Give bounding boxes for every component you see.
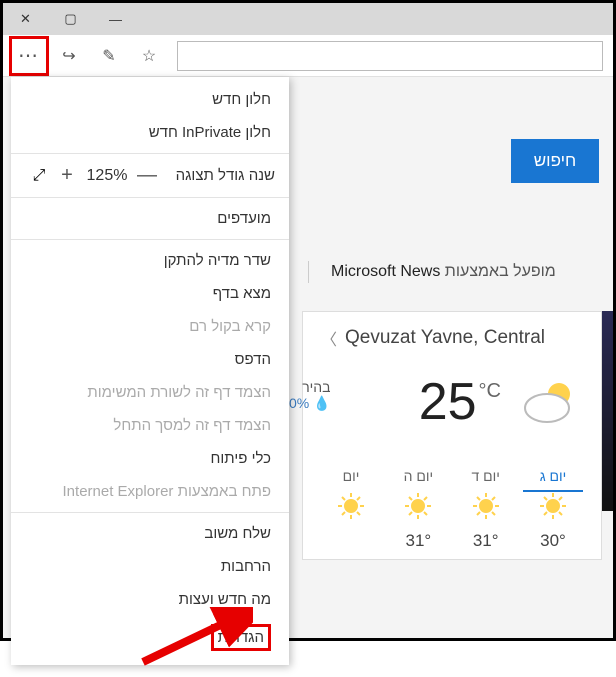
- menu-separator: [11, 239, 289, 240]
- forecast-day-name: יום ד: [456, 468, 516, 492]
- humidity-text: 💧 0%: [289, 395, 331, 412]
- menu-separator: [11, 512, 289, 513]
- forecast-day-name: יום ג: [523, 468, 583, 492]
- weather-temp-unit: °C: [479, 380, 501, 403]
- powered-by-label: מופעל באמצעות Microsoft News: [331, 263, 556, 281]
- chevron-left-icon: 〈: [321, 326, 337, 350]
- forecast-day-temp: 30°: [523, 531, 583, 551]
- web-notes-button[interactable]: ✎: [89, 36, 129, 76]
- share-icon: ↪: [62, 46, 75, 66]
- menu-favorites[interactable]: מועדפים: [11, 202, 289, 235]
- menu-pin-taskbar[interactable]: הצמד דף זה לשורת המשימות: [11, 376, 289, 409]
- forecast-day[interactable]: יום ד 31°: [456, 468, 516, 551]
- condition-text: בהיר: [289, 379, 331, 395]
- menu-print[interactable]: הדפס: [11, 343, 289, 376]
- zoom-value: 125%: [81, 167, 133, 185]
- weather-card[interactable]: 〈 Qevuzat Yavne, Central 25 °C יום ג 30°…: [302, 311, 602, 560]
- menu-open-ie[interactable]: פתח באמצעות Internet Explorer: [11, 475, 289, 508]
- zoom-out-button[interactable]: —: [133, 164, 161, 187]
- menu-feedback[interactable]: שלח משוב: [11, 517, 289, 550]
- vertical-divider: [308, 261, 309, 283]
- menu-pin-start[interactable]: הצמד דף זה למסך התחל: [11, 409, 289, 442]
- zoom-label: שנה גודל תצוגה: [161, 167, 275, 184]
- weather-current: 25 °C: [321, 372, 583, 432]
- ellipsis-icon: ⋯: [18, 43, 40, 68]
- zoom-in-button[interactable]: +: [53, 164, 81, 187]
- favorites-button[interactable]: ☆: [129, 36, 169, 76]
- weather-temp-value: 25: [419, 372, 477, 432]
- powered-brand: Microsoft News: [331, 263, 440, 280]
- window-close-button[interactable]: ✕: [3, 3, 48, 35]
- menu-dev-tools[interactable]: כלי פיתוח: [11, 442, 289, 475]
- settings-highlight: הגדרות: [211, 624, 271, 651]
- more-menu-dropdown: חלון חדש חלון InPrivate חדש שנה גודל תצו…: [11, 77, 289, 665]
- address-bar[interactable]: [177, 41, 603, 71]
- menu-whats-new[interactable]: מה חדש ועצות: [11, 583, 289, 616]
- menu-extensions[interactable]: הרחבות: [11, 550, 289, 583]
- menu-separator: [11, 153, 289, 154]
- forecast-day-name: יום: [321, 468, 381, 492]
- share-button[interactable]: ↪: [49, 36, 89, 76]
- sunny-icon: [472, 492, 500, 520]
- menu-separator: [11, 197, 289, 198]
- menu-read-aloud[interactable]: קרא בקול רם: [11, 310, 289, 343]
- menu-zoom-row: שנה גודל תצוגה — 125% + ⤢: [11, 158, 289, 193]
- forecast-row: יום ג 30° יום ד 31° יום ה 31° יום: [321, 468, 583, 551]
- weather-location-row[interactable]: 〈 Qevuzat Yavne, Central: [321, 326, 583, 350]
- fullscreen-button[interactable]: ⤢: [25, 167, 53, 185]
- window-minimize-button[interactable]: —: [93, 3, 138, 35]
- powered-prefix: מופעל באמצעות: [440, 263, 555, 280]
- weather-location: Qevuzat Yavne, Central: [345, 327, 545, 349]
- menu-new-window[interactable]: חלון חדש: [11, 83, 289, 116]
- partly-cloudy-icon: [519, 376, 583, 428]
- menu-find[interactable]: מצא בדף: [11, 277, 289, 310]
- sunny-icon: [404, 492, 432, 520]
- window-titlebar: ✕ ▢ —: [3, 3, 613, 35]
- page-content: חיפוש מופעל באמצעות Microsoft News 〈 Qev…: [3, 77, 613, 638]
- sunny-icon: [337, 492, 365, 520]
- menu-settings[interactable]: הגדרות: [11, 616, 289, 659]
- window-maximize-button[interactable]: ▢: [48, 3, 93, 35]
- forecast-day-temp: 31°: [388, 531, 448, 551]
- forecast-day[interactable]: יום: [321, 468, 381, 551]
- browser-toolbar: ⋯ ↪ ✎ ☆: [3, 35, 613, 77]
- forecast-day[interactable]: יום ג 30°: [523, 468, 583, 551]
- forecast-day[interactable]: יום ה 31°: [388, 468, 448, 551]
- weather-condition-partial: בהיר 💧 0%: [289, 379, 331, 412]
- search-button[interactable]: חיפוש: [511, 139, 599, 183]
- forecast-day-temp: 31°: [456, 531, 516, 551]
- forecast-day-name: יום ה: [388, 468, 448, 492]
- pen-icon: ✎: [102, 46, 115, 66]
- star-icon: ☆: [142, 46, 156, 66]
- more-menu-button[interactable]: ⋯: [9, 36, 49, 76]
- menu-new-inprivate[interactable]: חלון InPrivate חדש: [11, 116, 289, 149]
- sunny-icon: [539, 492, 567, 520]
- menu-cast[interactable]: שדר מדיה להתקן: [11, 244, 289, 277]
